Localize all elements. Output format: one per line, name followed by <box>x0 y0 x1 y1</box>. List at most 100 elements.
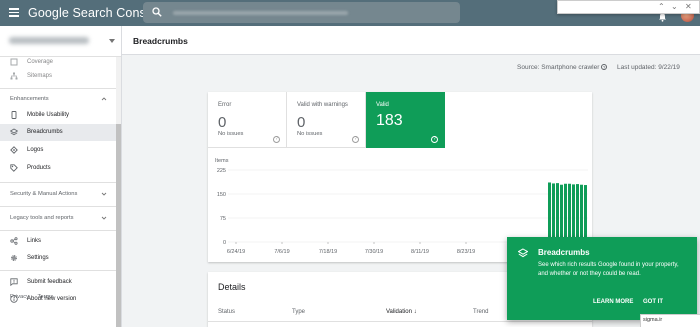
sidebar-item-label: Settings <box>27 255 49 261</box>
footer-links: Privacy Terms <box>10 294 60 300</box>
sidebar-item-links[interactable]: Links <box>0 233 116 250</box>
chart-bar <box>556 183 559 242</box>
sidebar-item-sitemaps[interactable]: Sitemaps <box>0 68 116 85</box>
privacy-link[interactable]: Privacy <box>10 294 29 300</box>
breadcrumbs-info-callout: Breadcrumbs See which rich results Googl… <box>507 237 697 320</box>
column-status[interactable]: Status <box>218 309 235 315</box>
section-title: Enhancements <box>10 96 49 102</box>
sidebar-item-settings[interactable]: Settings <box>0 250 116 267</box>
column-trend[interactable]: Trend <box>473 309 488 315</box>
sidebar-item-label: Links <box>27 238 42 244</box>
y-tick-label: 75 <box>220 216 226 222</box>
source-label: Source: Smartphone crawler ? <box>517 64 608 71</box>
terms-link[interactable]: Terms <box>38 294 54 300</box>
chart-bar <box>580 184 583 242</box>
section-title: Security & Manual Actions <box>10 191 78 197</box>
column-validation[interactable]: Validation ↓ <box>386 309 417 315</box>
chart-bar <box>552 183 555 242</box>
page-title: Breadcrumbs <box>133 36 188 46</box>
chevron-down-icon <box>101 216 107 220</box>
divider <box>0 230 116 231</box>
divider <box>0 88 116 89</box>
divider <box>208 321 592 322</box>
sidebar: Coverage Sitemaps Enhancements Mobile Us… <box>0 26 122 327</box>
section-security[interactable]: Security & Manual Actions <box>0 186 116 202</box>
last-updated: Last updated: 9/22/19 <box>617 64 680 71</box>
arrow-up-icon[interactable]: ⌃ <box>658 2 665 11</box>
page-fragment: sigma.ir <box>640 314 700 327</box>
last-updated-label: Last updated: <box>617 64 657 71</box>
chevron-down-icon <box>101 192 107 196</box>
got-it-button[interactable]: GOT IT <box>643 299 663 305</box>
column-label: Validation <box>386 309 412 315</box>
browser-extension-popup: ⌃ ⌄ ✕ <box>557 0 700 14</box>
y-tick-label: 225 <box>217 168 226 174</box>
source-text: Source: Smartphone crawler <box>517 64 600 71</box>
chart-bar <box>572 184 575 242</box>
divider <box>0 182 116 183</box>
caret-down-icon <box>109 39 115 43</box>
last-updated-value: 9/22/19 <box>658 64 680 71</box>
arrow-down-icon: ↓ <box>413 309 417 315</box>
page-header: Breadcrumbs <box>122 26 700 55</box>
x-tick-label: 8/11/19 <box>411 249 429 255</box>
chevron-up-icon <box>101 97 107 101</box>
phone-icon <box>11 111 17 119</box>
learn-more-button[interactable]: LEARN MORE <box>593 299 633 305</box>
layers-icon <box>10 128 18 136</box>
chart-bar <box>576 184 579 242</box>
sidebar-item-label: Logos <box>27 147 44 153</box>
coverage-icon <box>10 58 18 66</box>
sidebar-scrollbar-thumb[interactable] <box>116 124 121 327</box>
search-query-redacted <box>173 11 348 15</box>
section-title: Legacy tools and reports <box>10 215 74 221</box>
x-tick-label: 7/30/19 <box>365 249 383 255</box>
x-tick-label: 7/18/19 <box>319 249 337 255</box>
sidebar-item-label: Products <box>27 165 51 171</box>
links-icon <box>10 237 18 245</box>
close-icon[interactable]: ✕ <box>685 2 692 11</box>
logo-icon <box>10 146 18 154</box>
chart-bar <box>564 183 567 242</box>
property-name-redacted <box>9 37 89 44</box>
sidebar-item-logos[interactable]: Logos <box>0 142 116 159</box>
sidebar-item-products[interactable]: Products <box>0 160 116 177</box>
sidebar-item-label: Coverage <box>27 59 54 65</box>
sidebar-item-breadcrumbs[interactable]: Breadcrumbs <box>0 124 116 141</box>
feedback-icon <box>10 278 18 286</box>
section-legacy-tools[interactable]: Legacy tools and reports <box>0 210 116 226</box>
divider <box>0 270 116 271</box>
x-tick-label: 8/23/19 <box>457 249 475 255</box>
x-tick-label: 7/6/19 <box>274 249 289 255</box>
chart-bar <box>548 182 551 242</box>
sidebar-item-submit-feedback[interactable]: Submit feedback <box>0 274 116 291</box>
section-enhancements[interactable]: Enhancements <box>0 91 116 107</box>
sidebar-item-mobile-usability[interactable]: Mobile Usability <box>0 107 116 124</box>
chart-bar <box>568 183 571 242</box>
search-icon <box>152 7 162 17</box>
callout-body: See which rich results Google found in y… <box>538 262 679 277</box>
arrow-down-icon[interactable]: ⌄ <box>671 2 678 11</box>
divider <box>0 206 116 207</box>
sidebar-item-label: Submit feedback <box>27 279 72 285</box>
property-selector[interactable] <box>0 26 121 57</box>
layers-icon <box>518 248 528 258</box>
tag-icon <box>10 164 18 172</box>
sidebar-item-label: Mobile Usability <box>27 112 70 118</box>
gear-icon <box>11 255 17 261</box>
details-title: Details <box>218 282 246 292</box>
sitemaps-icon <box>10 72 18 80</box>
sidebar-item-label: Sitemaps <box>27 73 53 79</box>
chart-bar <box>584 185 587 242</box>
callout-title: Breadcrumbs <box>538 248 590 257</box>
y-tick-label: 0 <box>223 240 226 246</box>
search-input[interactable] <box>143 2 460 23</box>
x-tick-label: 6/24/19 <box>227 249 245 255</box>
y-axis-label: Items <box>215 158 229 164</box>
menu-icon[interactable] <box>9 8 19 17</box>
help-icon[interactable]: ? <box>601 64 608 70</box>
column-type[interactable]: Type <box>292 309 305 315</box>
sidebar-item-label: Breadcrumbs <box>27 129 63 135</box>
chart-bar <box>560 184 563 242</box>
y-tick-label: 150 <box>217 192 226 198</box>
